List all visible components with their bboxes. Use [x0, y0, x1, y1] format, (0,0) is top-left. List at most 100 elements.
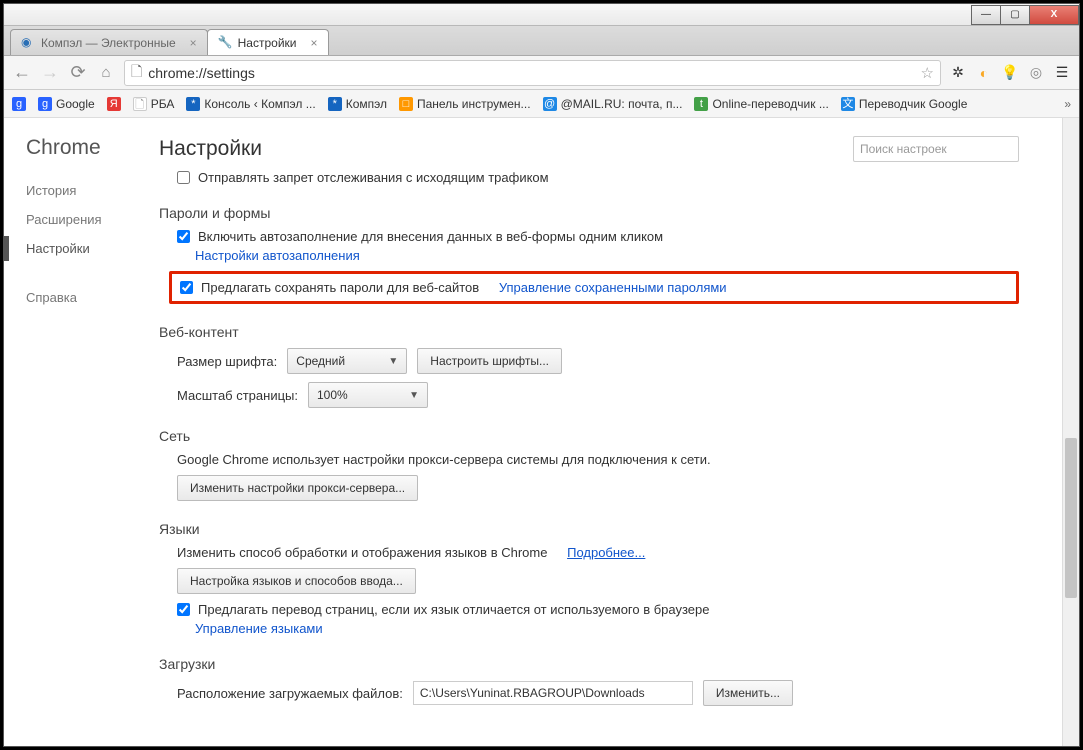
bookmarks-bar: g g Google Я 🗋 РБА * Консоль ‹ Компэл ... *…	[4, 90, 1079, 118]
chrome-menu-button[interactable]: ☰	[1053, 64, 1071, 82]
bookmark-label: Компэл	[346, 97, 387, 111]
section-languages: Языки	[159, 521, 1019, 537]
bookmark-star-icon[interactable]: ☆	[921, 64, 934, 82]
extension-icon[interactable]: ◐	[975, 64, 993, 82]
window-close-button[interactable]: X	[1029, 5, 1079, 25]
translate-icon: 文	[841, 97, 855, 111]
translate-icon: t	[694, 97, 708, 111]
languages-desc: Изменить способ обработки и отображения …	[177, 545, 547, 560]
customize-fonts-button[interactable]: Настроить шрифты...	[417, 348, 562, 374]
back-button[interactable]: ←	[12, 63, 32, 83]
learn-more-link[interactable]: Подробнее...	[567, 545, 645, 560]
settings-search-input[interactable]: Поиск настроек	[853, 136, 1019, 162]
mail-icon: @	[543, 97, 557, 111]
tab-label: Настройки	[238, 36, 297, 50]
bookmark-label: Панель инструмен...	[417, 97, 531, 111]
offer-translate-label: Предлагать перевод страниц, если их язык…	[198, 602, 710, 617]
page-icon: 🗋	[131, 61, 142, 85]
globe-icon: ◉	[21, 36, 35, 50]
vertical-scrollbar[interactable]	[1062, 118, 1079, 746]
window-titlebar: — ▢ X	[4, 4, 1079, 26]
autofill-settings-link[interactable]: Настройки автозаполнения	[195, 248, 360, 263]
bookmark-kompel-console[interactable]: * Консоль ‹ Компэл ...	[186, 97, 315, 111]
tab-kompel[interactable]: ◉ Компэл — Электронные ×	[10, 29, 208, 55]
sidebar-item-history[interactable]: История	[26, 176, 159, 205]
bookmark-kompel[interactable]: * Компэл	[328, 97, 387, 111]
autofill-label: Включить автозаполнение для внесения дан…	[198, 229, 663, 244]
save-passwords-checkbox[interactable]	[180, 281, 193, 294]
tab-settings[interactable]: 🔧 Настройки ×	[207, 29, 329, 55]
extension-icon[interactable]: ◎	[1027, 64, 1045, 82]
bookmark-label: Google	[56, 97, 95, 111]
chrome-brand: Chrome	[26, 136, 159, 160]
extension-bulb-icon[interactable]: 💡	[1001, 64, 1019, 82]
bookmark-google-g[interactable]: g	[12, 97, 26, 111]
bookmark-label: Переводчик Google	[859, 97, 968, 111]
download-path-field[interactable]: C:\Users\Yuninat.RBAGROUP\Downloads	[413, 681, 693, 705]
page-zoom-label: Масштаб страницы:	[177, 388, 298, 403]
browser-window: — ▢ X ◉ Компэл — Электронные × 🔧 Настрой…	[3, 3, 1080, 747]
ya-icon: Я	[107, 97, 121, 111]
bookmark-label: РБА	[151, 97, 175, 111]
sidebar-item-extensions[interactable]: Расширения	[26, 205, 159, 234]
chevron-down-icon: ▼	[409, 390, 419, 401]
download-path-label: Расположение загружаемых файлов:	[177, 686, 403, 701]
kompel-icon: *	[328, 97, 342, 111]
do-not-track-label: Отправлять запрет отслеживания с исходящ…	[198, 170, 549, 185]
reload-button[interactable]: ⟳	[68, 63, 88, 83]
do-not-track-checkbox[interactable]	[177, 171, 190, 184]
font-size-select[interactable]: Средний▼	[287, 348, 407, 374]
home-button[interactable]: ⌂	[96, 63, 116, 83]
bookmark-label: Online-переводчик ...	[712, 97, 828, 111]
settings-sidebar: Chrome История Расширения Настройки Спра…	[4, 136, 159, 714]
bookmark-rba[interactable]: 🗋 РБА	[133, 97, 175, 111]
gear-icon[interactable]: ✲	[949, 64, 967, 82]
g-icon: g	[12, 97, 26, 111]
tab-close-icon[interactable]: ×	[190, 36, 197, 50]
language-settings-button[interactable]: Настройка языков и способов ввода...	[177, 568, 416, 594]
tab-strip: ◉ Компэл — Электронные × 🔧 Настройки ×	[4, 26, 1079, 56]
proxy-settings-button[interactable]: Изменить настройки прокси-сервера...	[177, 475, 418, 501]
tab-label: Компэл — Электронные	[41, 36, 176, 50]
navigation-bar: ← → ⟳ ⌂ 🗋 chrome://settings ☆ ✲ ◐ 💡 ◎ ☰	[4, 56, 1079, 90]
change-download-path-button[interactable]: Изменить...	[703, 680, 793, 706]
section-web-content: Веб-контент	[159, 324, 1019, 340]
section-downloads: Загрузки	[159, 656, 1019, 672]
bookmark-yandex[interactable]: Я	[107, 97, 121, 111]
settings-page: Chrome История Расширения Настройки Спра…	[4, 118, 1062, 746]
network-desc: Google Chrome использует настройки прокс…	[177, 452, 711, 467]
section-passwords-forms: Пароли и формы	[159, 205, 1019, 221]
page-icon: 🗋	[133, 97, 147, 111]
tab-close-icon[interactable]: ×	[310, 36, 317, 50]
orange-icon: □	[399, 97, 413, 111]
bookmark-toolbar[interactable]: □ Панель инструмен...	[399, 97, 531, 111]
page-title: Настройки	[159, 137, 262, 161]
scrollbar-thumb[interactable]	[1065, 438, 1077, 598]
section-network: Сеть	[159, 428, 1019, 444]
bookmark-label: @MAIL.RU: почта, п...	[561, 97, 683, 111]
bookmarks-overflow-button[interactable]: »	[1064, 97, 1071, 111]
offer-translate-checkbox[interactable]	[177, 603, 190, 616]
bookmark-mailru[interactable]: @ @MAIL.RU: почта, п...	[543, 97, 683, 111]
kompel-icon: *	[186, 97, 200, 111]
bookmark-translator[interactable]: t Online-переводчик ...	[694, 97, 828, 111]
url-text: chrome://settings	[148, 65, 255, 81]
page-zoom-select[interactable]: 100%▼	[308, 382, 428, 408]
window-maximize-button[interactable]: ▢	[1000, 5, 1030, 25]
window-minimize-button[interactable]: —	[971, 5, 1001, 25]
settings-main: Настройки Поиск настроек Отправлять запр…	[159, 136, 1059, 714]
manage-passwords-link[interactable]: Управление сохраненными паролями	[499, 280, 727, 295]
bookmark-google[interactable]: g Google	[38, 97, 95, 111]
bookmark-label: Консоль ‹ Компэл ...	[204, 97, 315, 111]
bookmark-google-translate[interactable]: 文 Переводчик Google	[841, 97, 968, 111]
autofill-checkbox[interactable]	[177, 230, 190, 243]
address-bar[interactable]: 🗋 chrome://settings ☆	[124, 60, 941, 86]
sidebar-item-help[interactable]: Справка	[26, 283, 159, 312]
highlighted-save-passwords-row: Предлагать сохранять пароли для веб-сайт…	[169, 271, 1019, 304]
save-passwords-label: Предлагать сохранять пароли для веб-сайт…	[201, 280, 479, 295]
sidebar-item-settings[interactable]: Настройки	[26, 234, 159, 263]
wrench-icon: 🔧	[218, 36, 232, 50]
forward-button[interactable]: →	[40, 63, 60, 83]
g-icon: g	[38, 97, 52, 111]
manage-languages-link[interactable]: Управление языками	[195, 621, 323, 636]
